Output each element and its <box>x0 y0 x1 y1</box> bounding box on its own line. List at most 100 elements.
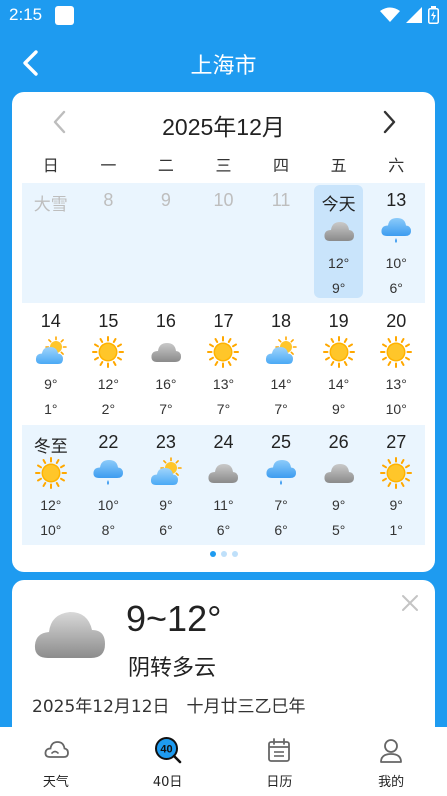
battery-icon <box>428 6 439 24</box>
high-temp: 12° <box>97 376 119 392</box>
calendar-day[interactable]: 10 <box>195 183 253 303</box>
high-temp: 9° <box>389 497 403 513</box>
day-label: 23 <box>155 432 176 452</box>
weather-condition: 阴转多云 <box>128 656 217 681</box>
weekday-label: 日 <box>42 156 59 175</box>
cloud-icon <box>34 602 106 664</box>
calendar-day[interactable]: 9 <box>137 183 195 303</box>
weather-icon <box>42 736 70 764</box>
page-indicator <box>12 551 435 557</box>
high-temp: 7° <box>274 497 288 513</box>
calendar-day[interactable]: 25 7° 6° <box>252 425 310 545</box>
calendar-day[interactable]: 11 <box>252 183 310 303</box>
day-detail-card: 9~12° 阴转多云 2025年12月12日 十月廿三乙巳年 <box>12 580 435 740</box>
day-label: 冬至 <box>33 437 68 457</box>
calendar-day[interactable]: 26 9° 5° <box>310 425 368 545</box>
nav-item[interactable]: 我的 <box>335 727 447 796</box>
day-label: 今天 <box>321 195 356 215</box>
day-label: 27 <box>386 432 407 452</box>
high-temp: 9° <box>159 497 173 513</box>
profile-icon <box>377 736 405 764</box>
low-temp: 7° <box>159 401 173 417</box>
calendar-day[interactable]: 23 9° 6° <box>137 425 195 545</box>
next-month-button[interactable] <box>374 106 404 138</box>
calendar-day[interactable]: 大雪 <box>22 183 80 303</box>
nav-label: 天气 <box>42 775 69 790</box>
calendar-icon <box>265 736 293 764</box>
sun-icon <box>380 336 413 368</box>
status-time: 2:15 <box>9 5 43 24</box>
high-temp: 11° <box>213 497 234 513</box>
low-temp: 9° <box>331 280 346 296</box>
month-nav: 2025年12月 <box>12 100 435 144</box>
calendar-day[interactable]: 24 11° 6° <box>195 425 253 545</box>
day-label: 16 <box>155 311 176 331</box>
weekday-label: 一 <box>100 156 117 175</box>
calendar-card: 2025年12月 日一二三四五六 大雪 8 9 10 11 今天 12° 9° 13 10° 6° … <box>12 92 435 572</box>
calendar-week-row: 大雪 8 9 10 11 今天 12° 9° 13 10° 6° <box>22 183 425 303</box>
high-temp: 12° <box>40 497 62 513</box>
calendar-day[interactable]: 15 12° 2° <box>80 304 138 424</box>
calendar-day[interactable]: 14 9° 1° <box>22 304 80 424</box>
calendar-day[interactable]: 13 10° 6° <box>367 183 425 303</box>
day-label: 13 <box>386 190 407 210</box>
calendar-day[interactable]: 16 16° 7° <box>137 304 195 424</box>
day-label: 11 <box>271 190 291 210</box>
nav-item[interactable]: 天气 <box>0 727 112 796</box>
cloud-icon <box>323 215 355 247</box>
rain-icon <box>265 457 297 489</box>
day-label: 20 <box>386 311 407 331</box>
day-label: 17 <box>213 311 234 331</box>
nav-item[interactable]: 日历 <box>224 727 336 796</box>
high-temp: 9° <box>331 497 346 513</box>
low-temp: 1° <box>44 401 58 417</box>
day-label: 15 <box>98 311 119 331</box>
day-label: 22 <box>98 432 119 452</box>
low-temp: 6° <box>274 522 288 538</box>
calendar-week-row: 14 9° 1° 15 12° 2° 16 16° 7° 17 13° 7° 18 14° 7° 19 14° 9… <box>22 304 425 424</box>
weekday-label: 四 <box>273 156 290 175</box>
calendar-day[interactable]: 19 14° 9° <box>310 304 368 424</box>
weekday-label: 三 <box>215 156 232 175</box>
low-temp: 6° <box>216 522 231 538</box>
status-icons <box>380 6 439 24</box>
calendar-day[interactable]: 27 9° 1° <box>367 425 425 545</box>
close-button[interactable] <box>399 592 421 614</box>
page-dot[interactable] <box>209 551 216 557</box>
weekday-label: 五 <box>330 156 347 175</box>
high-temp: 14° <box>328 376 350 392</box>
day-label: 18 <box>271 311 292 331</box>
page-dot[interactable] <box>220 551 227 557</box>
wifi-icon <box>380 7 400 22</box>
high-temp: 13° <box>385 376 407 392</box>
low-temp: 10° <box>385 401 407 417</box>
partly-cloudy-icon <box>265 336 297 368</box>
page-title: 上海市 <box>190 54 257 79</box>
low-temp: 5° <box>331 522 346 538</box>
calendar-day[interactable]: 20 13° 10° <box>367 304 425 424</box>
calendar-day[interactable]: 冬至 12° 10° <box>22 425 80 545</box>
calendar-day[interactable]: 18 14° 7° <box>252 304 310 424</box>
notification-icon <box>55 6 74 25</box>
day-label: 8 <box>103 190 114 210</box>
calendar-day[interactable]: 17 13° 7° <box>195 304 253 424</box>
high-temp: 12° <box>328 255 350 271</box>
page-dot[interactable] <box>231 551 238 557</box>
sun-icon <box>322 336 355 368</box>
day-label: 大雪 <box>33 195 68 215</box>
weekday-header: 日一二三四五六 <box>22 152 425 176</box>
calendar-day[interactable]: 8 <box>80 183 138 303</box>
calendar-day-today[interactable]: 今天 12° 9° <box>310 183 368 303</box>
month-title: 2025年12月 <box>162 114 285 140</box>
status-bar: 2:15 <box>0 0 447 32</box>
cloud-icon <box>207 457 239 489</box>
sun-icon <box>207 336 240 368</box>
calendar-day[interactable]: 22 10° 8° <box>80 425 138 545</box>
nav-item[interactable]: 40 40日 <box>112 727 224 796</box>
rain-icon <box>380 215 412 247</box>
low-temp: 7° <box>274 401 288 417</box>
day-label: 10 <box>213 190 234 210</box>
nav-label: 日历 <box>266 775 293 790</box>
temperature-range: 9~12° <box>126 598 222 639</box>
low-temp: 8° <box>101 522 116 538</box>
